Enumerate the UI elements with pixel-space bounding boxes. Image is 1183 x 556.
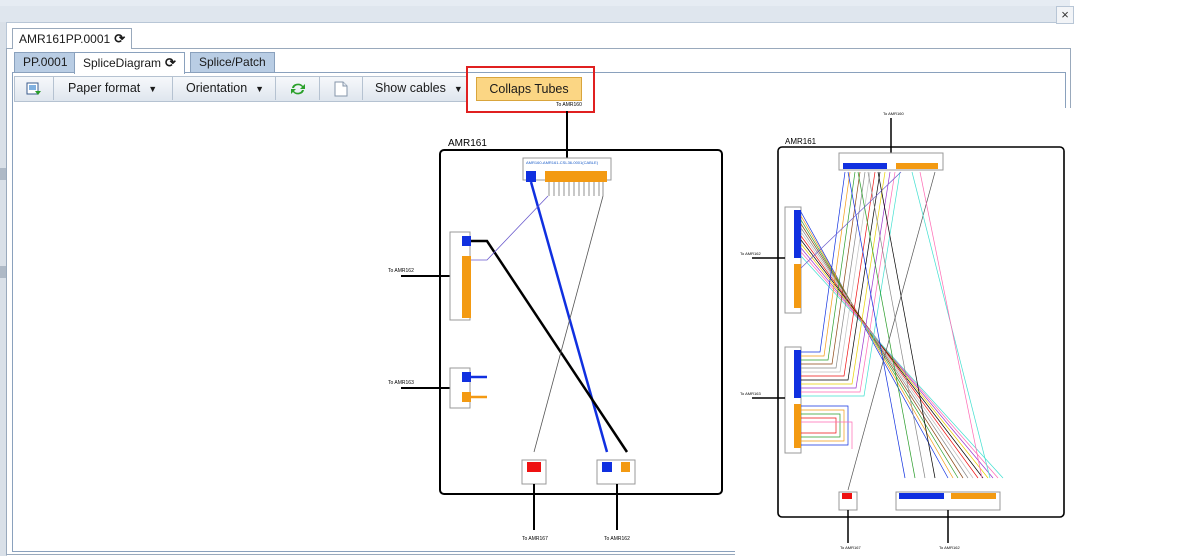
tab-pp-0001[interactable]: PP.0001 <box>14 52 77 72</box>
tube-orange[interactable] <box>462 256 471 318</box>
bottom-cable-2-label: To AMR162 <box>939 545 960 550</box>
closure-title: AMR161 <box>785 137 817 146</box>
bottom-cable-block-2: To AMR162 <box>596 459 636 542</box>
left-cable-1-label: To AMR162 <box>388 268 414 274</box>
closure-box <box>439 149 723 495</box>
tube-blue[interactable] <box>462 236 471 246</box>
tube-blue[interactable] <box>899 493 944 499</box>
export-image-button[interactable] <box>15 77 54 100</box>
export-image-icon <box>26 82 41 95</box>
top-fiber-stubs <box>548 182 604 196</box>
tube-blue[interactable] <box>526 171 536 182</box>
tab-label: Splice/Patch <box>199 55 266 69</box>
left-cable-1-label: To AMR162 <box>740 251 761 256</box>
close-icon[interactable]: × <box>1056 6 1074 24</box>
top-cable-name: AMR160-AMR161-CSL36-0001(CABLE) <box>526 160 599 165</box>
bottom-cable-2-label: To AMR162 <box>604 536 630 542</box>
new-page-button[interactable] <box>320 77 363 100</box>
window-header-strip <box>0 6 1062 23</box>
tube-orange[interactable] <box>462 392 471 402</box>
tube-orange[interactable] <box>545 171 607 182</box>
fiber-red[interactable] <box>842 493 852 499</box>
sync-icon <box>291 83 305 95</box>
fiber-bundle-orange <box>801 405 853 449</box>
page-icon <box>334 81 348 97</box>
refresh-icon[interactable]: ⟳ <box>165 53 176 72</box>
left-cable-2-label: To AMR163 <box>388 380 414 386</box>
top-cable-block: AMR160-AMR161-CSL36-0001(CABLE) <box>522 157 612 182</box>
paper-format-label: Paper format <box>68 81 141 95</box>
refresh-diagram-button[interactable] <box>277 77 320 100</box>
tube-blue[interactable] <box>843 163 887 169</box>
chevron-down-icon: ▼ <box>148 84 158 94</box>
bottom-cable-1-label: To AMR167 <box>522 536 548 542</box>
orientation-dropdown[interactable]: Orientation ▼ <box>174 77 276 100</box>
refresh-icon[interactable]: ⟳ <box>114 29 125 49</box>
chevron-down-icon: ▼ <box>255 84 265 94</box>
orientation-label: Orientation <box>186 81 248 95</box>
fiber-bundle-upper <box>800 211 1004 479</box>
splice-diagram-expanded: To AMR160 AMR161 To AMR162 To AMR163 To … <box>740 111 1065 550</box>
splice-connections <box>471 181 629 453</box>
closure-title: AMR161 <box>448 138 487 149</box>
tube-orange[interactable] <box>621 462 630 472</box>
tube-blue[interactable] <box>462 372 471 382</box>
top-cable-label: To AMR160 <box>883 111 904 116</box>
fiber-bundle-lower <box>801 171 901 397</box>
tube-orange[interactable] <box>794 264 801 308</box>
bottom-cable-1-label: To AMR167 <box>840 545 861 550</box>
tube-orange[interactable] <box>794 404 801 448</box>
left-cable-block-2: To AMR163 <box>388 367 487 409</box>
show-cables-label: Show cables <box>375 81 446 95</box>
tab-label: AMR161PP.0001 <box>19 32 111 46</box>
tube-blue[interactable] <box>794 210 801 258</box>
paper-format-dropdown[interactable]: Paper format ▼ <box>53 77 173 100</box>
closure-box <box>777 146 1065 518</box>
tube-blue[interactable] <box>602 462 612 472</box>
top-cable-label: To AMR160 <box>556 102 582 108</box>
splice-diagram-collapsed: To AMR160 AMR161 AMR160-AMR161-CSL36-000… <box>388 102 723 542</box>
fiber-bundle-cross <box>800 171 991 491</box>
bottom-cable-block-1: To AMR167 <box>521 459 548 542</box>
chevron-down-icon: ▼ <box>453 84 463 94</box>
left-cable-block-1: To AMR162 <box>388 231 471 321</box>
tube-orange[interactable] <box>896 163 938 169</box>
tab-amr161pp-0001[interactable]: AMR161PP.0001 ⟳ <box>12 28 133 49</box>
left-cable-2-label: To AMR163 <box>740 391 761 396</box>
tab-label: PP.0001 <box>23 55 68 69</box>
tab-label: SpliceDiagram <box>83 56 162 70</box>
tube-orange[interactable] <box>951 493 996 499</box>
tube-blue[interactable] <box>794 350 801 398</box>
tab-splice-patch[interactable]: Splice/Patch <box>190 52 275 72</box>
fiber-red[interactable] <box>527 462 541 472</box>
tab-splice-diagram[interactable]: SpliceDiagram ⟳ <box>74 52 185 74</box>
